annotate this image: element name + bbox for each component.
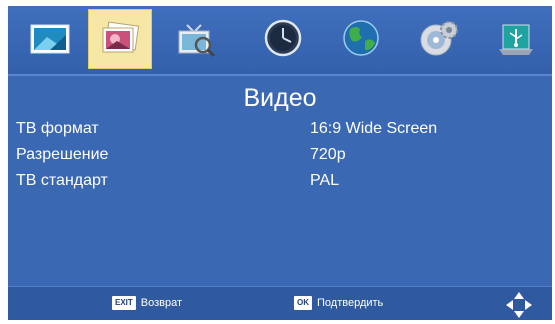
ok-hint[interactable]: OK Подтвердить — [294, 296, 383, 310]
usb-icon — [499, 24, 533, 55]
settings-screen: Видео ТВ формат 16:9 Wide Screen Разреше… — [8, 6, 552, 320]
setting-label: Разрешение — [16, 146, 109, 163]
photo-icon — [102, 21, 140, 53]
setting-row-tv-standard[interactable]: ТВ стандарт PAL — [16, 172, 536, 196]
tab-tv[interactable] — [165, 9, 227, 67]
ok-key: OK — [294, 296, 312, 310]
setting-label: ТВ формат — [16, 120, 99, 137]
setting-value[interactable]: 720p — [310, 146, 346, 164]
setting-row-resolution[interactable]: Разрешение 720p — [16, 146, 536, 170]
tab-picture[interactable] — [19, 9, 81, 67]
ok-label: Подтвердить — [317, 297, 384, 309]
dpad-icon — [506, 292, 532, 318]
exit-key: EXIT — [112, 296, 136, 310]
page-title: Видео — [243, 84, 317, 112]
footer-hint-bar: EXIT Возврат OK Подтвердить — [8, 286, 552, 320]
exit-hint[interactable]: EXIT Возврат — [112, 296, 182, 310]
setting-value[interactable]: PAL — [310, 172, 339, 190]
setting-value[interactable]: 16:9 Wide Screen — [310, 120, 437, 138]
tab-time[interactable] — [252, 9, 314, 67]
setting-row-tv-format[interactable]: ТВ формат 16:9 Wide Screen — [16, 120, 536, 144]
clock-icon — [264, 19, 302, 57]
menu-tab-bar — [8, 6, 552, 76]
globe-icon — [343, 20, 379, 56]
setting-label: ТВ стандарт — [16, 172, 108, 189]
picture-icon — [30, 24, 70, 54]
disc-settings-icon — [420, 21, 458, 56]
tv-search-icon — [178, 24, 216, 58]
tab-photo[interactable] — [88, 9, 152, 69]
tab-system[interactable] — [408, 9, 470, 67]
tab-usb[interactable] — [485, 9, 547, 67]
exit-label: Возврат — [140, 297, 183, 309]
tab-language[interactable] — [330, 9, 392, 67]
